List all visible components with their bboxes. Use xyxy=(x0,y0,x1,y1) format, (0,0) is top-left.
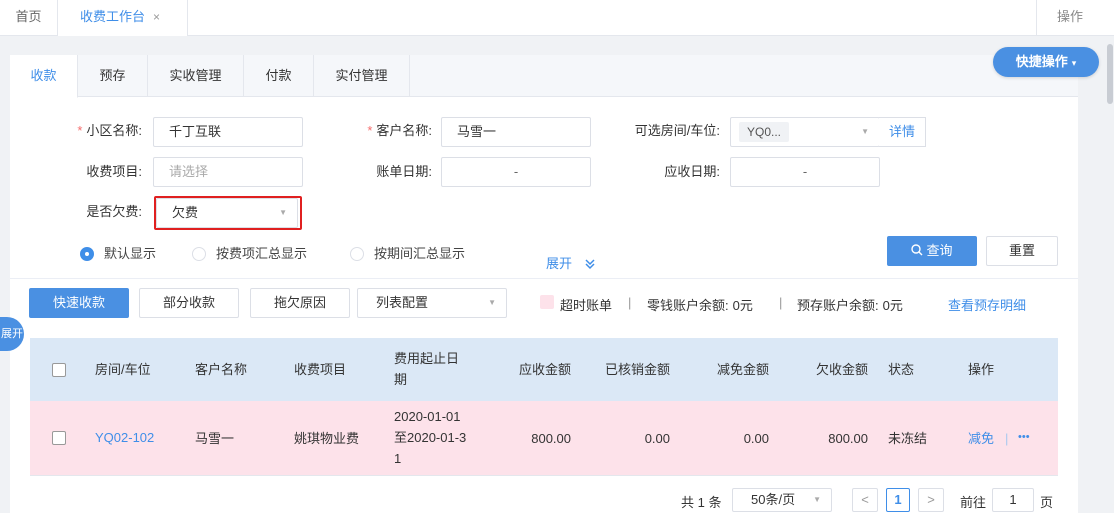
goto-label: 前往 xyxy=(960,495,987,510)
row-customer: 马雪一 xyxy=(195,431,235,446)
th-written-off: 已核销金额 xyxy=(604,362,670,377)
reset-button[interactable]: 重置 xyxy=(986,236,1058,266)
room-link[interactable]: YQ02-102 xyxy=(95,427,154,448)
query-button[interactable]: 查询 xyxy=(887,236,977,266)
tab-paid-management[interactable]: 实付管理 xyxy=(314,55,410,97)
separator: | xyxy=(779,295,783,310)
radio-dot xyxy=(192,247,206,261)
th-period: 费用起止日期 xyxy=(394,351,460,387)
separator: | xyxy=(628,295,632,310)
row-status: 未冻结 xyxy=(888,431,928,446)
due-date-range[interactable]: - xyxy=(730,157,880,187)
chevron-down-icon: ▼ xyxy=(488,298,496,307)
top-tab-bar: 首页 收费工作台 × 操作 xyxy=(0,0,1114,36)
main-panel: 收款 预存 实收管理 付款 实付管理 * 小区名称: 千丁互联 * 客户名称: 马雪… xyxy=(10,55,1078,513)
row-receivable: 800.00 xyxy=(531,431,571,446)
close-icon[interactable]: × xyxy=(153,10,160,24)
radio-default-display[interactable]: 默认显示 xyxy=(80,244,156,264)
list-config-select[interactable]: 列表配置 ▼ xyxy=(357,288,507,318)
table-header: 房间/车位 客户名称 收费项目 费用起止日期 应收金额 已核销金额 减免金额 欠… xyxy=(30,338,1058,401)
tab-prestore[interactable]: 预存 xyxy=(78,55,148,97)
page-unit-label: 页 xyxy=(1040,495,1054,510)
more-icon[interactable]: ••• xyxy=(1018,427,1030,448)
tab-payment[interactable]: 付款 xyxy=(244,55,314,97)
prev-page-button[interactable]: < xyxy=(852,488,878,512)
action-separator: | xyxy=(1005,431,1009,446)
operations-menu[interactable]: 操作 xyxy=(1036,0,1114,36)
quick-action-button[interactable]: 快捷操作 ▾ xyxy=(993,47,1099,77)
radio-dot xyxy=(350,247,364,261)
search-icon xyxy=(911,244,923,256)
community-label: * 小区名称: xyxy=(77,123,142,138)
expand-link[interactable]: 展开 xyxy=(546,253,596,272)
tab-home[interactable]: 首页 xyxy=(0,0,58,36)
row-owed: 800.00 xyxy=(828,431,868,446)
row-checkbox[interactable] xyxy=(52,431,66,445)
row-written-off: 0.00 xyxy=(644,431,670,446)
total-count: 共 1 条 xyxy=(681,495,722,510)
chevron-down-icon: ▼ xyxy=(861,127,869,136)
room-label: 可选房间/车位: xyxy=(634,123,720,138)
radio-dot xyxy=(80,247,94,261)
th-status: 状态 xyxy=(888,362,915,377)
charge-item-select[interactable]: 请选择 xyxy=(153,157,303,187)
tab-collect[interactable]: 收款 xyxy=(10,55,78,98)
row-item: 姚琪物业费 xyxy=(294,431,360,446)
reduce-link[interactable]: 减免 xyxy=(968,428,994,449)
select-all-checkbox[interactable] xyxy=(52,363,66,377)
tab-received-management[interactable]: 实收管理 xyxy=(148,55,244,97)
row-reduction: 0.00 xyxy=(743,431,769,446)
bill-date-range[interactable]: - xyxy=(441,157,591,187)
room-detail-button[interactable]: 详情 xyxy=(879,117,927,147)
change-balance: 零钱账户余额: 0元 xyxy=(647,298,753,313)
th-action: 操作 xyxy=(968,362,995,377)
section-divider xyxy=(10,278,1078,279)
prestore-balance: 预存账户余额: 0元 xyxy=(797,298,903,313)
row-period: 2020-01-01 至2020-01-3 1 xyxy=(394,409,467,466)
th-customer: 客户名称 xyxy=(195,362,248,377)
th-owed: 欠收金额 xyxy=(815,362,868,377)
next-page-button[interactable]: > xyxy=(918,488,944,512)
chevron-down-icon: ▾ xyxy=(1071,58,1077,68)
arrears-reason-button[interactable]: 拖欠原因 xyxy=(250,288,350,318)
tab-label: 收费工作台 xyxy=(80,9,146,24)
double-chevron-down-icon xyxy=(585,259,595,270)
customer-field[interactable]: 马雪一 xyxy=(441,117,591,147)
page-size-select[interactable]: 50条/页 ▼ xyxy=(732,488,832,512)
chevron-down-icon: ▼ xyxy=(813,495,821,504)
page-1[interactable]: 1 xyxy=(886,488,910,512)
overdue-legend-label: 超时账单 xyxy=(560,298,613,313)
radio-summary-by-item[interactable]: 按费项汇总显示 xyxy=(192,244,307,264)
charge-item-label: 收费项目: xyxy=(86,164,142,179)
th-receivable: 应收金额 xyxy=(518,362,571,377)
due-date-label: 应收日期: xyxy=(664,164,720,179)
function-tabs: 收款 预存 实收管理 付款 实付管理 xyxy=(10,55,1078,98)
radio-summary-by-period[interactable]: 按期间汇总显示 xyxy=(350,244,465,264)
tab-charging-workbench[interactable]: 收费工作台 × xyxy=(58,0,188,36)
community-field[interactable]: 千丁互联 xyxy=(153,117,303,147)
scrollbar-thumb[interactable] xyxy=(1107,44,1113,104)
highlight-box xyxy=(154,196,302,230)
room-select[interactable]: YQ0... ▼ xyxy=(730,117,880,147)
table-row[interactable]: YQ02-102 马雪一 姚琪物业费 2020-01-01 至2020-01-3 1… xyxy=(30,401,1058,475)
customer-label: * 客户名称: xyxy=(367,123,432,138)
th-room: 房间/车位 xyxy=(95,362,151,377)
vertical-scrollbar[interactable] xyxy=(1106,36,1114,513)
row-divider xyxy=(30,475,1058,476)
bill-date-label: 账单日期: xyxy=(376,164,432,179)
overdue-legend-swatch xyxy=(540,295,554,309)
room-chip: YQ0... xyxy=(739,122,790,142)
goto-page-input[interactable]: 1 xyxy=(992,488,1034,512)
arrears-label: 是否欠费: xyxy=(86,204,142,219)
th-item: 收费项目 xyxy=(294,362,347,377)
fast-collect-button[interactable]: 快速收款 xyxy=(29,288,129,318)
partial-collect-button[interactable]: 部分收款 xyxy=(139,288,239,318)
view-prestore-detail-link[interactable]: 查看预存明细 xyxy=(948,295,1026,314)
th-reduction: 减免金额 xyxy=(716,362,769,377)
